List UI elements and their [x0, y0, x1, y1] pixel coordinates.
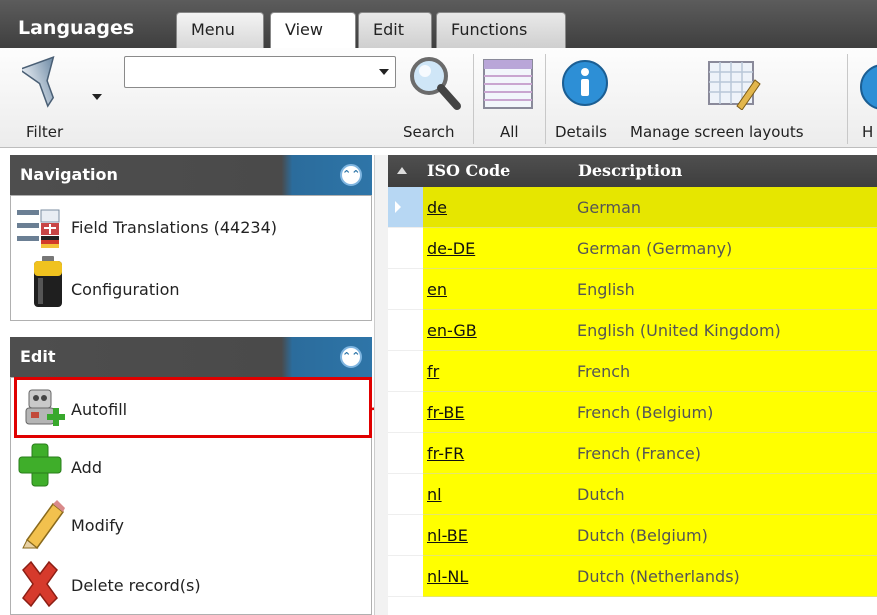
- row-selector[interactable]: [388, 433, 423, 474]
- panel-splitter[interactable]: [374, 155, 388, 615]
- table-row[interactable]: en-GB English (United Kingdom): [423, 310, 877, 351]
- collapse-navigation-icon[interactable]: ⌃⌃: [340, 164, 362, 186]
- table-row[interactable]: nl Dutch: [423, 474, 877, 515]
- chevron-down-icon: [379, 69, 389, 75]
- info-icon[interactable]: [560, 58, 610, 112]
- ribbon-separator: [473, 54, 474, 144]
- iso-code-link[interactable]: nl-BE: [427, 526, 468, 545]
- filter-icon[interactable]: [17, 55, 96, 116]
- iso-code-link[interactable]: fr-BE: [427, 403, 464, 422]
- description-cell: English (United Kingdom): [577, 321, 781, 340]
- description-cell: French (Belgium): [577, 403, 714, 422]
- iso-code-link[interactable]: de-DE: [427, 239, 475, 258]
- iso-code-link[interactable]: en-GB: [427, 321, 477, 340]
- tab-edit[interactable]: Edit: [358, 12, 432, 48]
- row-selector[interactable]: [388, 556, 423, 597]
- table-row[interactable]: de-DE German (Germany): [423, 228, 877, 269]
- iso-code-link[interactable]: fr: [427, 362, 439, 381]
- table-row[interactable]: fr-BE French (Belgium): [423, 392, 877, 433]
- help-icon[interactable]: [858, 62, 877, 112]
- field-translations-icon: [17, 206, 63, 252]
- filter-label: Filter: [26, 123, 64, 141]
- description-cell: Dutch (Netherlands): [577, 567, 740, 586]
- row-selector[interactable]: [388, 392, 423, 433]
- grid-header: ISO Code Description: [388, 155, 877, 187]
- description-cell: German: [577, 198, 642, 217]
- navigation-title: Navigation: [20, 165, 118, 184]
- ribbon-toolbar: Filter Search All Details Manage screen …: [0, 48, 877, 148]
- title-bar: Languages Menu View Edit Functions: [0, 0, 877, 49]
- filter-dropdown-arrow-icon[interactable]: [92, 94, 102, 100]
- table-row[interactable]: de German: [423, 187, 877, 228]
- languages-grid: ISO Code Description de German de-DE German…: [388, 155, 877, 615]
- tab-view[interactable]: View: [270, 12, 356, 49]
- edit-header: Edit ⌃⌃: [10, 337, 372, 377]
- pencil-icon: [19, 498, 65, 554]
- row-selector[interactable]: [388, 187, 423, 228]
- iso-code-link[interactable]: fr-FR: [427, 444, 464, 463]
- description-cell: Dutch: [577, 485, 625, 504]
- tab-menu[interactable]: Menu: [176, 12, 264, 48]
- battery-icon: [33, 256, 63, 312]
- iso-code-link[interactable]: nl-NL: [427, 567, 468, 586]
- plus-icon: [17, 442, 63, 492]
- sort-ascending-icon[interactable]: [397, 167, 407, 174]
- row-selector[interactable]: [388, 474, 423, 515]
- manage-layouts-label[interactable]: Manage screen layouts: [630, 123, 804, 141]
- description-cell: German (Germany): [577, 239, 733, 258]
- column-header-description[interactable]: Description: [578, 161, 682, 180]
- table-row[interactable]: nl-NL Dutch (Netherlands): [423, 556, 877, 597]
- filter-select[interactable]: [124, 56, 396, 88]
- delete-records-button[interactable]: Delete record(s): [71, 576, 201, 595]
- row-selector[interactable]: [388, 310, 423, 351]
- navigation-header: Navigation ⌃⌃: [10, 155, 372, 195]
- search-label[interactable]: Search: [403, 123, 455, 141]
- row-selector[interactable]: [388, 515, 423, 556]
- table-row[interactable]: en English: [423, 269, 877, 310]
- ribbon-separator: [545, 54, 546, 144]
- row-selector[interactable]: [388, 269, 423, 310]
- iso-code-link[interactable]: nl: [427, 485, 442, 504]
- row-selector[interactable]: [388, 228, 423, 269]
- ribbon-separator: [847, 54, 848, 144]
- row-selector[interactable]: [388, 351, 423, 392]
- tab-functions[interactable]: Functions: [436, 12, 566, 48]
- nav-item-field-translations[interactable]: Field Translations (44234): [71, 218, 277, 237]
- all-grid-icon[interactable]: [482, 58, 534, 114]
- modify-button[interactable]: Modify: [71, 516, 124, 535]
- iso-code-link[interactable]: en: [427, 280, 447, 299]
- details-label[interactable]: Details: [555, 123, 607, 141]
- table-row[interactable]: fr French: [423, 351, 877, 392]
- description-cell: English: [577, 280, 635, 299]
- nav-item-configuration[interactable]: Configuration: [71, 280, 180, 299]
- collapse-edit-icon[interactable]: ⌃⌃: [340, 346, 362, 368]
- description-cell: French (France): [577, 444, 701, 463]
- search-icon[interactable]: [405, 54, 465, 118]
- table-row[interactable]: fr-FR French (France): [423, 433, 877, 474]
- all-label[interactable]: All: [500, 123, 519, 141]
- annotation-highlight-box: [14, 377, 372, 438]
- description-cell: French: [577, 362, 631, 381]
- layout-edit-icon[interactable]: [707, 60, 761, 114]
- help-label[interactable]: H: [862, 123, 877, 141]
- navigation-list: Field Translations (44234) Configuration: [10, 195, 372, 321]
- edit-title: Edit: [20, 347, 56, 366]
- delete-x-icon: [17, 560, 63, 612]
- iso-code-link[interactable]: de: [427, 198, 447, 217]
- description-cell: Dutch (Belgium): [577, 526, 708, 545]
- column-header-iso-code[interactable]: ISO Code: [427, 161, 510, 180]
- add-button[interactable]: Add: [71, 458, 102, 477]
- table-row[interactable]: nl-BE Dutch (Belgium): [423, 515, 877, 556]
- app-title: Languages: [18, 17, 135, 39]
